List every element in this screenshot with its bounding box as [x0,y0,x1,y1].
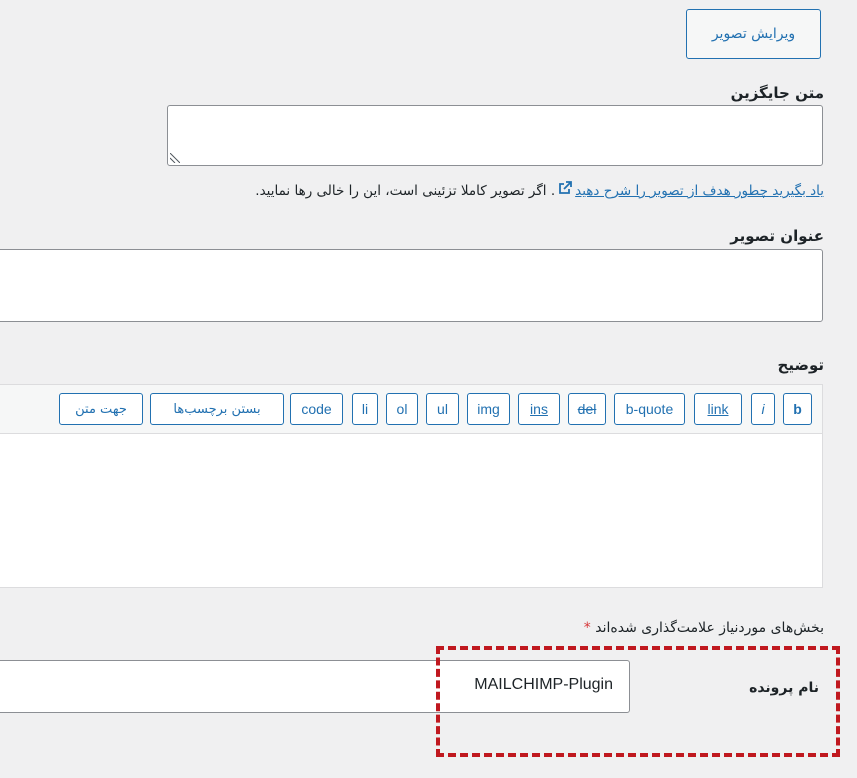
ol-button[interactable]: ol [386,393,418,425]
alt-help-text: یاد بگیرید چطور هدف از تصویر را شرح دهید… [255,181,824,199]
alt-help-rest: . اگر تصویر کاملا تزئینی است، این را خال… [255,183,556,199]
del-button[interactable]: del [568,393,606,425]
link-button[interactable]: link [694,393,742,425]
external-link-icon [558,181,573,199]
quicktags-toolbar: b i link b-quote del ins img ul ol li co… [0,385,822,434]
file-name-highlight-box [436,646,840,757]
required-fields-note: بخش‌های موردنیاز علامت‌گذاری شده‌اند * [584,620,824,636]
resize-handle-icon[interactable] [170,153,180,163]
close-tags-button[interactable]: بستن برچسب‌ها [150,393,284,425]
li-button[interactable]: li [352,393,378,425]
alt-text-label: متن جایگزین [730,84,824,102]
required-star: * [583,620,591,636]
img-button[interactable]: img [467,393,510,425]
ins-button[interactable]: ins [518,393,560,425]
ul-button[interactable]: ul [426,393,459,425]
italic-button[interactable]: i [751,393,775,425]
alt-text-field[interactable] [167,105,823,166]
description-editor[interactable]: b i link b-quote del ins img ul ol li co… [0,384,823,588]
required-note-text: بخش‌های موردنیاز علامت‌گذاری شده‌اند [595,620,824,636]
alt-help-link[interactable]: یاد بگیرید چطور هدف از تصویر را شرح دهید [575,183,824,199]
image-title-label: عنوان تصویر [730,227,824,245]
text-direction-button[interactable]: جهت متن [59,393,143,425]
image-title-field[interactable] [0,249,823,322]
edit-image-button[interactable]: ویرایش تصویر [686,9,821,59]
code-button[interactable]: code [290,393,343,425]
blockquote-button[interactable]: b-quote [614,393,685,425]
description-label: توضیح [777,356,824,374]
bold-button[interactable]: b [783,393,812,425]
